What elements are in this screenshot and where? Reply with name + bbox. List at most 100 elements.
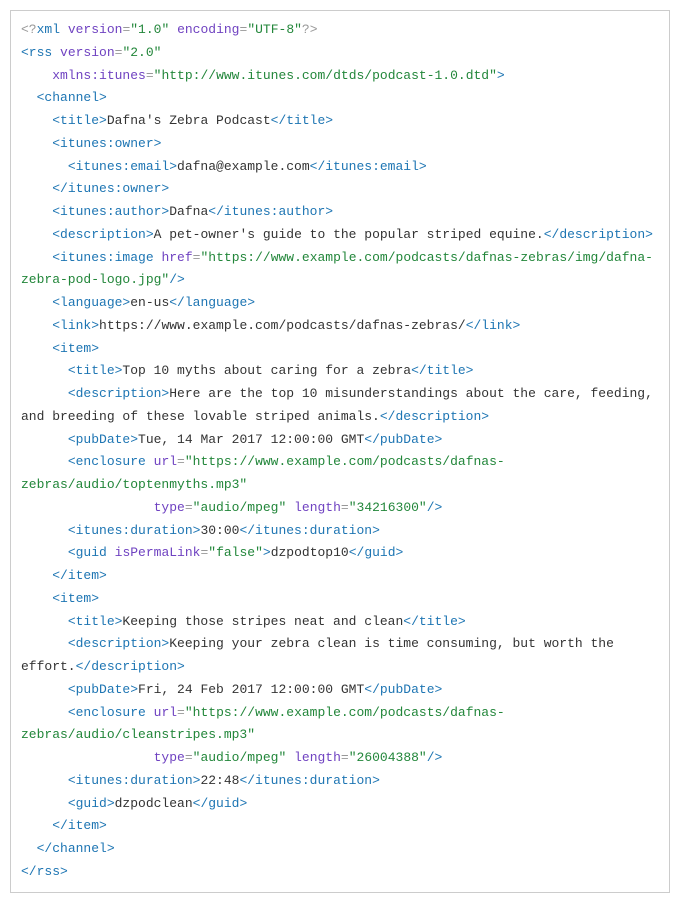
- code-line: </item>: [21, 568, 107, 583]
- token-t: <guid: [68, 545, 107, 560]
- token-t: <itunes:owner>: [52, 136, 161, 151]
- token-tx: [21, 363, 68, 378]
- token-t: <description>: [68, 636, 169, 651]
- code-line: <description>Keeping your zebra clean is…: [21, 636, 622, 674]
- token-tx: [21, 250, 52, 265]
- token-tx: [21, 318, 52, 333]
- token-tx: 30:00: [200, 523, 239, 538]
- token-t: <enclosure: [68, 705, 146, 720]
- token-tx: [21, 136, 52, 151]
- token-t: <pubDate>: [68, 682, 138, 697]
- token-t: <guid>: [68, 796, 115, 811]
- token-tx: Dafna: [169, 204, 208, 219]
- code-line: <itunes:owner>: [21, 136, 161, 151]
- token-a: url: [154, 454, 177, 469]
- token-tx: dzpodtop10: [271, 545, 349, 560]
- token-t: <pubDate>: [68, 432, 138, 447]
- token-t: />: [427, 750, 443, 765]
- token-tx: [52, 45, 60, 60]
- token-tx: [21, 386, 68, 401]
- token-tx: [21, 341, 52, 356]
- token-tx: [21, 454, 68, 469]
- token-tx: [21, 181, 52, 196]
- token-tx: [21, 227, 52, 242]
- token-t: <itunes:duration>: [68, 523, 201, 538]
- token-t: </item>: [52, 818, 107, 833]
- token-a: xmlns:itunes: [52, 68, 146, 83]
- token-v: "34216300": [349, 500, 427, 515]
- token-t: xml: [37, 22, 60, 37]
- token-p: =: [185, 500, 193, 515]
- token-t: </pubDate>: [364, 682, 442, 697]
- code-line: <item>: [21, 341, 99, 356]
- token-t: </itunes:email>: [310, 159, 427, 174]
- token-v: "2.0": [122, 45, 161, 60]
- token-tx: [107, 545, 115, 560]
- token-t: />: [169, 272, 185, 287]
- token-a: url: [154, 705, 177, 720]
- token-a: version: [68, 22, 123, 37]
- code-line: <title>Top 10 myths about caring for a z…: [21, 363, 474, 378]
- token-tx: [60, 22, 68, 37]
- token-tx: https://www.example.com/podcasts/dafnas-…: [99, 318, 466, 333]
- code-line: </rss>: [21, 864, 68, 879]
- code-line: <pubDate>Fri, 24 Feb 2017 12:00:00 GMT</…: [21, 682, 442, 697]
- token-tx: [21, 295, 52, 310]
- token-t: <title>: [68, 363, 123, 378]
- token-t: <item>: [52, 591, 99, 606]
- token-t: <description>: [68, 386, 169, 401]
- token-t: </title>: [271, 113, 333, 128]
- token-tx: Dafna's Zebra Podcast: [107, 113, 271, 128]
- token-t: <enclosure: [68, 454, 146, 469]
- token-a: type: [154, 500, 185, 515]
- code-line: <enclosure url="https://www.example.com/…: [21, 705, 505, 743]
- code-line: <title>Dafna's Zebra Podcast</title>: [21, 113, 333, 128]
- token-tx: en-us: [130, 295, 169, 310]
- token-tx: [21, 500, 154, 515]
- token-tx: Fri, 24 Feb 2017 12:00:00 GMT: [138, 682, 364, 697]
- token-tx: [286, 750, 294, 765]
- token-t: </description>: [544, 227, 653, 242]
- token-tx: dzpodclean: [115, 796, 193, 811]
- token-t: </guid>: [193, 796, 248, 811]
- token-p: =: [177, 454, 185, 469]
- token-tx: [21, 682, 68, 697]
- token-t: </language>: [169, 295, 255, 310]
- token-t: <link>: [52, 318, 99, 333]
- token-t: <itunes:email>: [68, 159, 177, 174]
- token-v: "audio/mpeg": [193, 750, 287, 765]
- token-v: "false": [208, 545, 263, 560]
- token-a: length: [294, 750, 341, 765]
- token-p: =: [341, 750, 349, 765]
- token-t: <itunes:image: [52, 250, 153, 265]
- token-tx: [146, 454, 154, 469]
- token-a: encoding: [177, 22, 239, 37]
- token-t: <language>: [52, 295, 130, 310]
- token-tx: [21, 204, 52, 219]
- code-line: <title>Keeping those stripes neat and cl…: [21, 614, 466, 629]
- token-p: =: [185, 750, 193, 765]
- token-p: <?: [21, 22, 37, 37]
- token-tx: Keeping those stripes neat and clean: [122, 614, 403, 629]
- token-t: <itunes:author>: [52, 204, 169, 219]
- code-line: </channel>: [21, 841, 115, 856]
- code-line: <?xml version="1.0" encoding="UTF-8"?>: [21, 22, 318, 37]
- token-tx: [21, 159, 68, 174]
- token-tx: [21, 614, 68, 629]
- token-t: <title>: [52, 113, 107, 128]
- code-line: <item>: [21, 591, 99, 606]
- code-line: <rss version="2.0": [21, 45, 161, 60]
- token-t: </link>: [466, 318, 521, 333]
- code-line: <itunes:email>dafna@example.com</itunes:…: [21, 159, 427, 174]
- token-v: "1.0": [130, 22, 169, 37]
- token-v: "26004388": [349, 750, 427, 765]
- token-t: </title>: [411, 363, 473, 378]
- token-tx: [21, 818, 52, 833]
- code-line: </item>: [21, 818, 107, 833]
- token-tx: A pet-owner's guide to the popular strip…: [154, 227, 544, 242]
- code-line: <channel>: [21, 90, 107, 105]
- token-tx: [21, 113, 52, 128]
- token-tx: [21, 841, 37, 856]
- code-line: <enclosure url="https://www.example.com/…: [21, 454, 505, 492]
- token-t: <channel>: [37, 90, 107, 105]
